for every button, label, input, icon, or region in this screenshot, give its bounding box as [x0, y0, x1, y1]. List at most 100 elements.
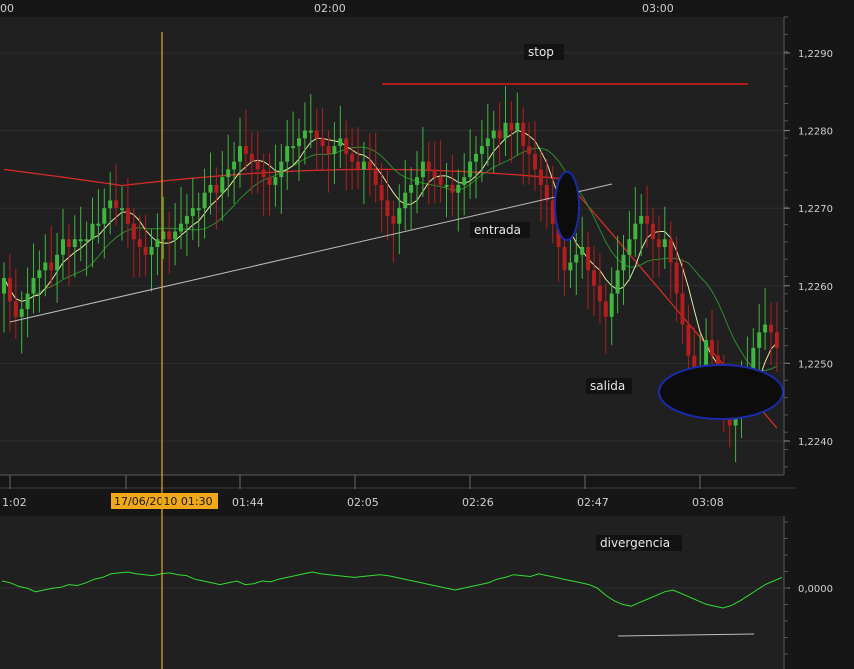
candle-bull [19, 309, 24, 317]
candle-bear [586, 247, 591, 271]
price-tick-label: 1,2250 [798, 359, 833, 370]
candle-bull [308, 130, 313, 133]
price-tick-label: 1,2260 [798, 282, 833, 293]
top-time-label-00: 00 [0, 2, 14, 15]
candle-bear [774, 332, 779, 348]
candle-bull [462, 177, 467, 185]
time-tick-label: 1:02 [2, 496, 27, 509]
candle-bull [474, 153, 478, 162]
time-tick-label: 01:44 [232, 496, 264, 509]
candle-bull [420, 161, 425, 178]
candle-bull [491, 130, 496, 139]
candle-bull [763, 324, 768, 333]
candle-bull [285, 146, 290, 162]
candle-bull [102, 208, 107, 224]
candle-bull [332, 146, 337, 154]
candle-bull [633, 223, 638, 240]
candle-bear [432, 169, 437, 178]
salida-annotation: salida [590, 379, 625, 393]
entrada-annotation: entrada [474, 223, 521, 237]
candle-bull [468, 161, 473, 178]
candle-bear [143, 247, 148, 255]
trading-chart-canvas: 00 02:00 03:00 stop entrada salida 1,2290 1… [0, 0, 854, 669]
candle-bull [456, 184, 461, 193]
candle-bull [108, 200, 113, 209]
candle-bear [344, 138, 349, 154]
candle-bull [149, 247, 154, 255]
candle-bull [409, 184, 414, 193]
stop-annotation: stop [528, 45, 554, 59]
candle-bull [208, 184, 213, 193]
candle-bull [202, 192, 207, 209]
candle-bull [338, 138, 343, 147]
candle-bull [43, 262, 48, 271]
candle-bear [710, 340, 714, 356]
time-axis: 1:02 01:44 02:05 02:26 02:47 03:08 17/06/2010 … [2, 475, 724, 509]
divergencia-annotation: divergencia [600, 536, 670, 550]
candle-bear [114, 200, 119, 209]
candle-bull [25, 293, 30, 310]
candle-bear [125, 208, 130, 224]
oscillator-axis: 0,0000 [784, 521, 833, 655]
candle-bull [568, 262, 573, 271]
candle-bull [361, 161, 366, 170]
time-tick-label: 02:26 [462, 496, 494, 509]
candle-bear [379, 184, 384, 201]
price-tick-label: 1,2270 [798, 204, 833, 215]
candle-bull [273, 177, 278, 185]
candle-bull [120, 208, 124, 211]
candle-bear [562, 247, 567, 271]
cursor-time-label: 17/06/2010 01:30 [114, 495, 213, 508]
candle-bull [190, 208, 195, 216]
candle-bull [297, 138, 301, 147]
candle-bear [769, 324, 773, 333]
osc-tick-label: 0,0000 [798, 584, 833, 595]
candle-bear [391, 215, 396, 224]
candle-bull [179, 223, 183, 232]
candle-bear [450, 184, 455, 193]
candle-bull [415, 177, 419, 185]
candle-bull [31, 278, 36, 294]
candle-bull [238, 146, 242, 162]
candle-bear [249, 153, 254, 162]
time-tick-label: 02:05 [347, 496, 379, 509]
candle-bull [72, 239, 77, 247]
candle-bear [686, 324, 691, 356]
candle-bull [78, 239, 83, 242]
candle-bear [66, 239, 71, 247]
price-tick-label: 1,2290 [798, 49, 833, 60]
candle-bull [291, 146, 296, 149]
candle-bear [645, 215, 650, 224]
candle-bear [356, 161, 360, 170]
candle-bear [544, 184, 549, 201]
candle-bear [320, 138, 325, 147]
candle-bear [680, 293, 685, 325]
candle-bull [757, 332, 762, 348]
candle-bull [232, 161, 237, 170]
candle-bull [639, 215, 644, 224]
top-time-label-0200: 02:00 [314, 2, 346, 15]
candle-bear [674, 262, 679, 294]
candle-bull [627, 239, 632, 255]
candle-bear [497, 130, 502, 139]
candle-bear [326, 146, 331, 154]
candle-bear [603, 301, 608, 317]
entry-marker-ellipse [554, 171, 580, 241]
candle-bull [397, 208, 402, 224]
candle-bull [55, 254, 60, 271]
price-tick-label: 1,2240 [798, 437, 833, 448]
candle-bull [90, 223, 95, 240]
top-time-label-0300: 03:00 [642, 2, 674, 15]
candle-bull [621, 254, 626, 271]
candle-bear [214, 184, 219, 193]
candle-bear [49, 262, 54, 271]
candle-bear [651, 223, 655, 240]
candle-bull [220, 177, 225, 193]
candle-bull [196, 208, 201, 211]
candle-bear [509, 122, 514, 131]
candle-bear [373, 169, 378, 185]
candle-bear [267, 177, 272, 185]
candle-bear [538, 169, 543, 185]
candle-bear [131, 223, 136, 240]
candle-bull [515, 122, 520, 131]
